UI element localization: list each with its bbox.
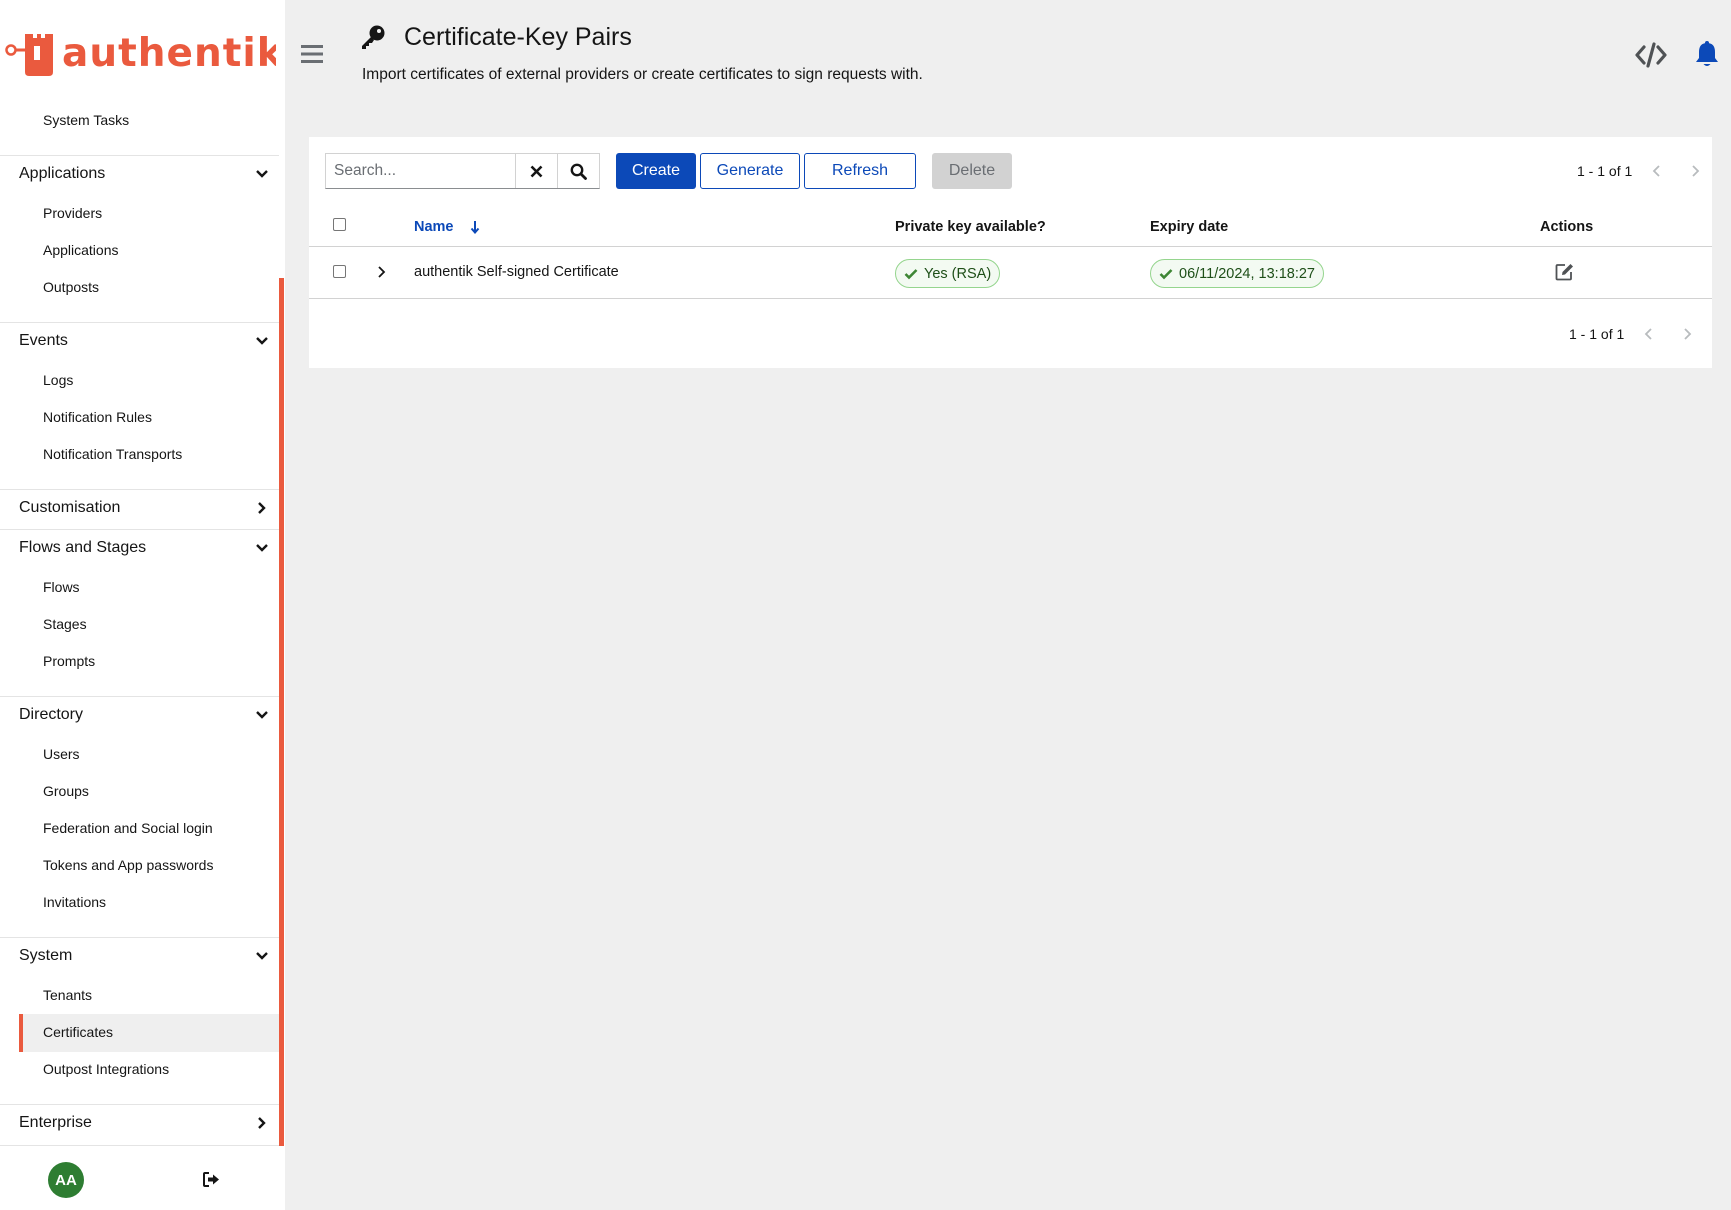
page-description: Import certificates of external provider…: [362, 66, 923, 83]
divider: [0, 937, 279, 938]
delete-button[interactable]: Delete: [932, 153, 1012, 189]
sidebar-item-logs[interactable]: Logs: [43, 372, 73, 388]
sidebar-item-flows[interactable]: Flows: [43, 579, 80, 595]
sidebar-item-prompts[interactable]: Prompts: [43, 653, 95, 669]
sidebar: authentik System Tasks Applications Prov…: [0, 0, 285, 1210]
sidebar-group-label: Events: [19, 332, 68, 349]
divider: [0, 1145, 279, 1146]
logout-icon[interactable]: [203, 1172, 220, 1187]
column-header-private-key: Private key available?: [895, 219, 1046, 235]
search-button[interactable]: [557, 154, 599, 188]
sidebar-group-label: System: [19, 947, 73, 964]
sidebar-item-invitations[interactable]: Invitations: [43, 894, 106, 910]
divider: [0, 529, 279, 530]
sidebar-item-outposts[interactable]: Outposts: [43, 279, 99, 295]
sidebar-group-flows-and-stages[interactable]: Flows and Stages: [19, 539, 269, 557]
private-key-status-text: Yes (RSA): [924, 265, 992, 282]
sidebar-group-label: Flows and Stages: [19, 539, 147, 556]
divider: [0, 155, 279, 156]
generate-button[interactable]: Generate: [700, 153, 800, 189]
column-header-actions: Actions: [1540, 219, 1594, 235]
chevron-down-icon: [256, 337, 268, 345]
sidebar-group-label: Customisation: [19, 499, 121, 516]
divider: [0, 696, 279, 697]
sidebar-group-directory[interactable]: Directory: [19, 706, 269, 724]
chevron-down-icon: [256, 952, 268, 960]
sidebar-group-label: Enterprise: [19, 1114, 92, 1131]
expiry-status-badge: 06/11/2024, 13:18:27: [1150, 259, 1324, 288]
sidebar-item-notification-transports[interactable]: Notification Transports: [43, 446, 182, 462]
row-checkbox[interactable]: [333, 265, 346, 278]
expand-row-chevron-icon[interactable]: [376, 265, 386, 279]
pagination-top: 1 - 1 of 1: [1577, 163, 1700, 179]
page-title: Certificate-Key Pairs: [404, 23, 632, 51]
column-header-expiry: Expiry date: [1150, 219, 1229, 235]
table-row-divider: [309, 298, 1712, 299]
chevron-down-icon: [256, 711, 268, 719]
sidebar-item-groups[interactable]: Groups: [43, 783, 89, 799]
sidebar-item-users[interactable]: Users: [43, 746, 80, 762]
sidebar-group-applications[interactable]: Applications: [19, 165, 269, 183]
sidebar-group-customisation[interactable]: Customisation: [19, 499, 269, 517]
chevron-right-icon: [258, 1117, 266, 1129]
private-key-status-badge: Yes (RSA): [895, 259, 1001, 288]
avatar[interactable]: AA: [48, 1162, 84, 1198]
search-box: [325, 153, 600, 189]
check-icon: [1159, 268, 1173, 279]
sidebar-group-enterprise[interactable]: Enterprise: [19, 1114, 269, 1132]
create-button[interactable]: Create: [616, 153, 696, 189]
divider: [0, 1104, 279, 1105]
notification-bell-icon[interactable]: [1695, 40, 1719, 68]
sidebar-item-federation-social-login[interactable]: Federation and Social login: [43, 820, 213, 836]
sidebar-item-applications[interactable]: Applications: [43, 242, 119, 258]
pagination-info: 1 - 1 of 1: [1577, 163, 1633, 179]
close-icon: [530, 165, 543, 177]
sidebar-group-system[interactable]: System: [19, 947, 269, 965]
chevron-right-icon[interactable]: [1690, 165, 1700, 177]
sidebar-item-notification-rules[interactable]: Notification Rules: [43, 409, 152, 425]
sidebar-item-outpost-integrations[interactable]: Outpost Integrations: [43, 1061, 169, 1077]
column-header-name[interactable]: Name: [414, 219, 480, 235]
chevron-down-icon: [256, 170, 268, 178]
search-icon: [570, 163, 587, 180]
divider: [0, 322, 279, 323]
column-header-label: Name: [414, 219, 454, 235]
svg-text:authentik: authentik: [62, 31, 276, 76]
sidebar-group-label: Directory: [19, 706, 84, 723]
sort-descending-icon: [470, 221, 479, 234]
clear-search-button[interactable]: [515, 154, 557, 188]
refresh-button[interactable]: Refresh: [804, 153, 916, 189]
divider: [0, 489, 279, 490]
sidebar-scrollbar[interactable]: [279, 278, 284, 1146]
search-input[interactable]: [326, 154, 515, 188]
sidebar-item-providers[interactable]: Providers: [43, 205, 102, 221]
check-icon: [904, 268, 918, 279]
table-header-divider: [309, 246, 1712, 247]
select-all-checkbox[interactable]: [333, 218, 346, 231]
key-icon: [362, 25, 385, 49]
hamburger-menu-icon[interactable]: [300, 44, 324, 64]
chevron-right-icon: [258, 502, 266, 514]
expiry-date-text: 06/11/2024, 13:18:27: [1179, 265, 1315, 282]
sidebar-group-label: Applications: [19, 165, 106, 182]
sidebar-item-certificates[interactable]: Certificates: [43, 1024, 113, 1040]
edit-icon[interactable]: [1555, 263, 1574, 281]
pagination-info: 1 - 1 of 1: [1569, 326, 1625, 342]
sidebar-item-stages[interactable]: Stages: [43, 616, 87, 632]
chevron-left-icon[interactable]: [1652, 165, 1662, 177]
chevron-right-icon[interactable]: [1682, 328, 1692, 340]
authentik-logo[interactable]: authentik: [4, 28, 276, 80]
code-icon[interactable]: [1635, 42, 1667, 68]
sidebar-item-system-tasks[interactable]: System Tasks: [43, 112, 129, 128]
sidebar-item-tokens-app-passwords[interactable]: Tokens and App passwords: [43, 857, 213, 873]
chevron-left-icon[interactable]: [1644, 328, 1654, 340]
sidebar-item-tenants[interactable]: Tenants: [43, 987, 92, 1003]
pagination-bottom: 1 - 1 of 1: [1569, 326, 1692, 342]
sidebar-group-events[interactable]: Events: [19, 332, 269, 350]
chevron-down-icon: [256, 544, 268, 552]
certificate-name: authentik Self-signed Certificate: [414, 264, 619, 280]
